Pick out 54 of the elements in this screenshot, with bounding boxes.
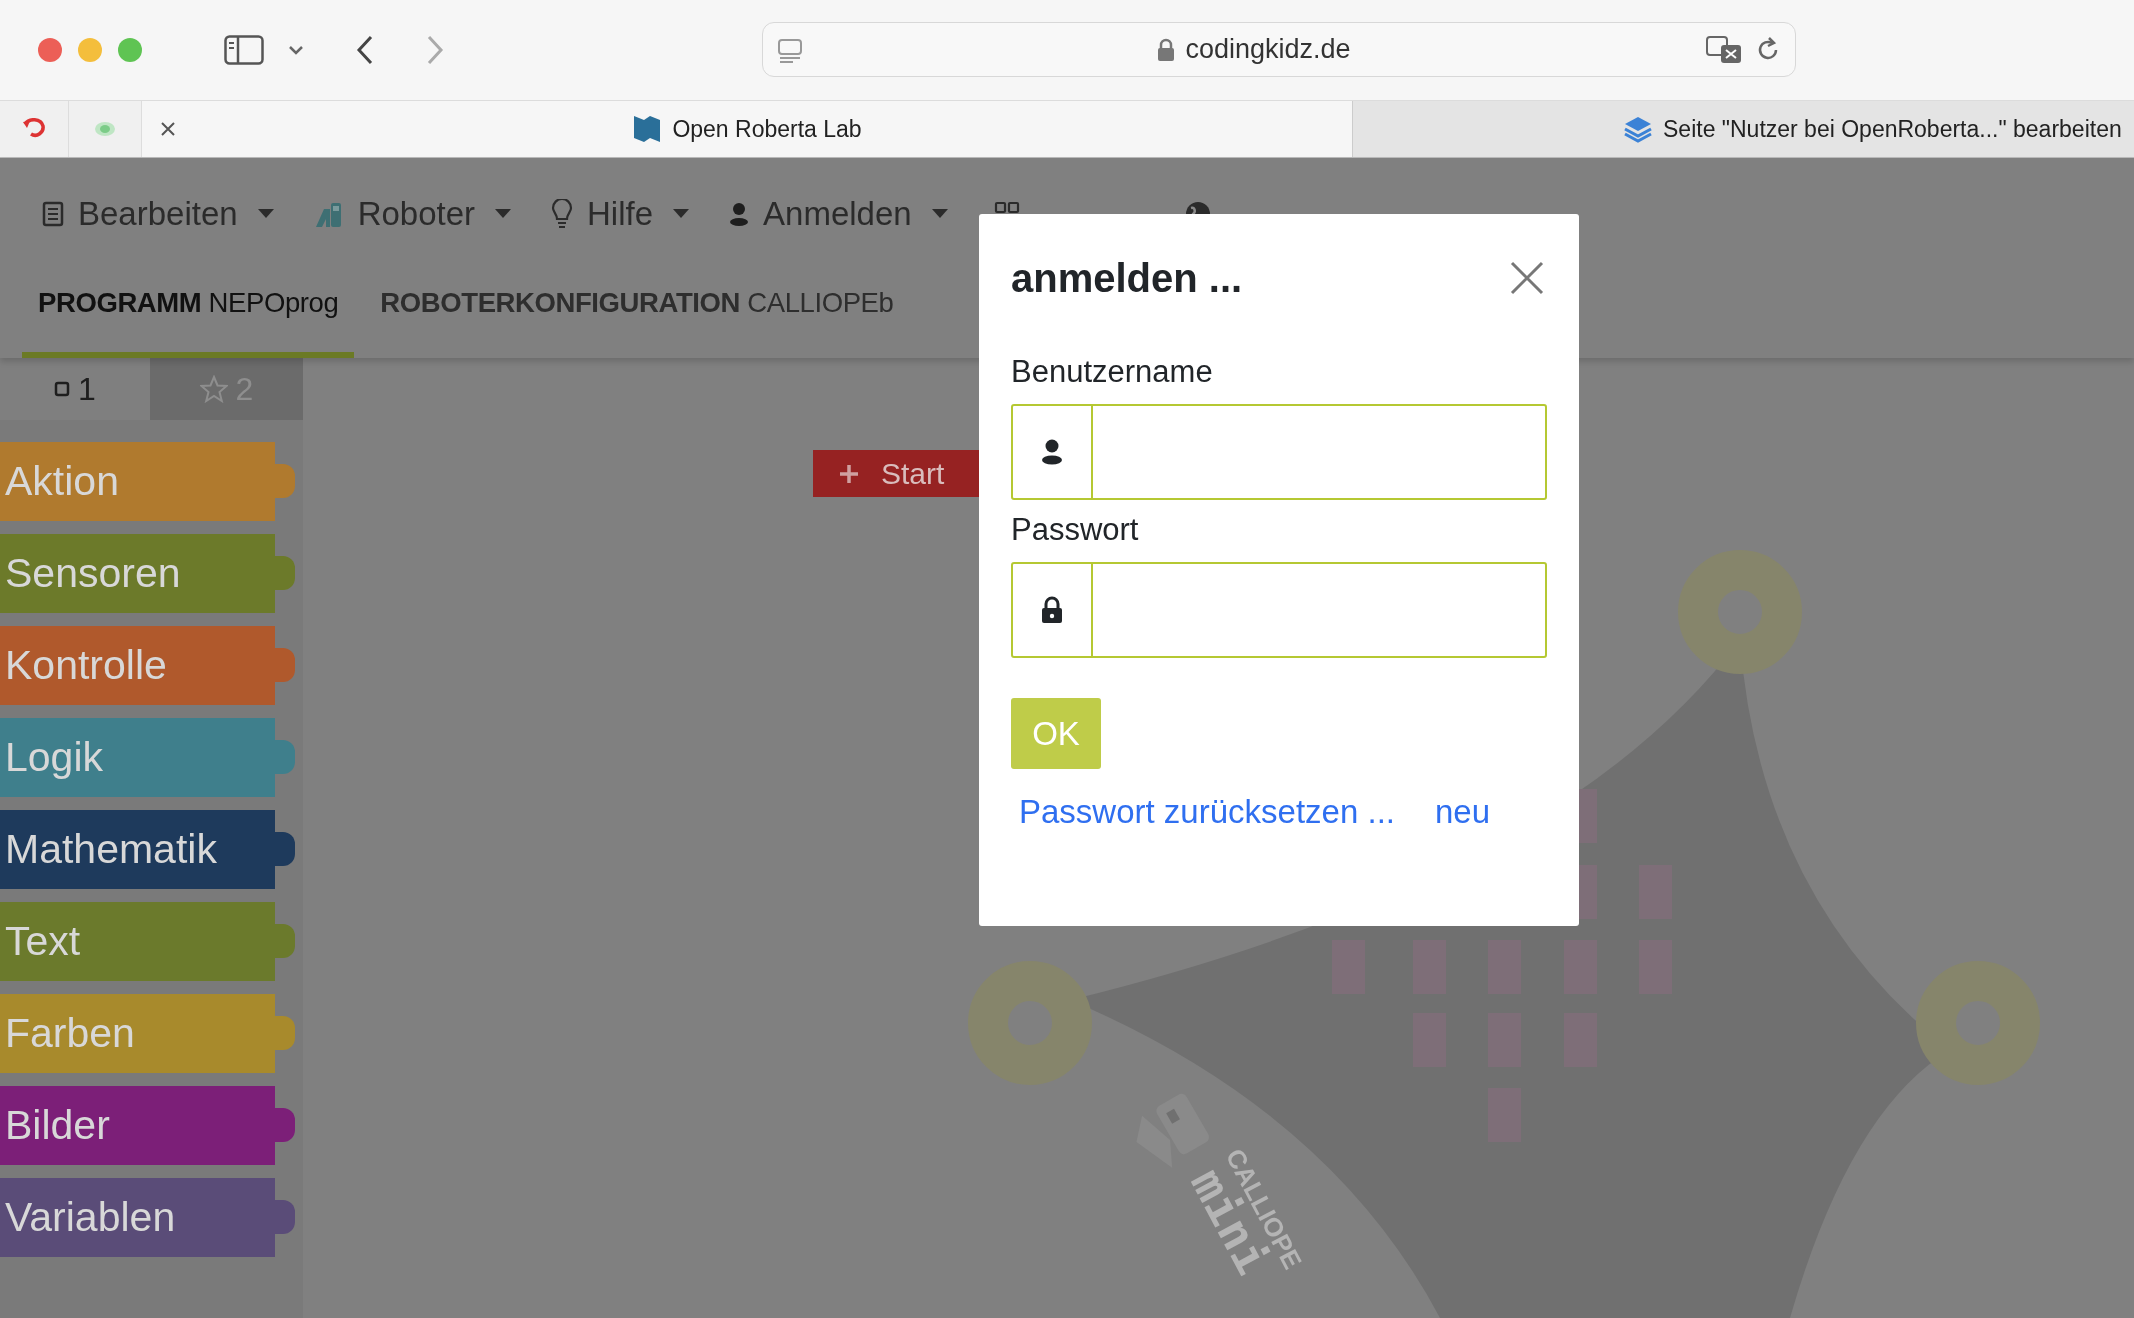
- field-label: Benutzername: [1011, 353, 1214, 391]
- toolbox-category[interactable]: Bilder: [0, 1086, 295, 1165]
- layers-icon: [1623, 115, 1653, 143]
- lock-icon: [1041, 596, 1063, 624]
- toolbox-category[interactable]: Logik: [0, 718, 295, 797]
- swirl-icon: [21, 118, 47, 140]
- toolbox-category[interactable]: Sensoren: [0, 534, 295, 613]
- user-icon: [729, 202, 750, 226]
- caret-icon: [931, 209, 948, 219]
- chevron-down-icon[interactable]: [288, 45, 304, 55]
- url-text: codingkidz.de: [1185, 34, 1351, 65]
- star-icon: [199, 375, 228, 403]
- menu-item[interactable]: Roboter: [313, 195, 512, 233]
- tab-title: Open Roberta Lab: [672, 115, 862, 143]
- toolbox-category[interactable]: Kontrolle: [0, 626, 295, 705]
- figure-logo-icon: [1136, 1091, 1212, 1168]
- menu-item[interactable]: Bearbeiten: [42, 195, 274, 233]
- flag-icon: [632, 114, 663, 144]
- toolbox-category[interactable]: Aktion: [0, 442, 295, 521]
- menu-item[interactable]: Hilfe: [551, 195, 690, 233]
- program-tab[interactable]: ROBOTERKONFIGURATION CALLIOPEb: [364, 270, 910, 358]
- user-icon: [1041, 439, 1063, 465]
- blob-icon: [94, 121, 116, 137]
- lightbulb-icon: [551, 199, 574, 229]
- pinned-tab[interactable]: [0, 101, 69, 157]
- caret-icon: [673, 209, 690, 219]
- tab-title: Seite "Nutzer bei OpenRoberta..." bearbeiten: [1663, 115, 2122, 143]
- page-icon: [777, 36, 803, 63]
- sidebar-icon[interactable]: [224, 35, 264, 65]
- link[interactable]: neu: [1435, 793, 1491, 831]
- input-field[interactable]: [1011, 562, 1547, 658]
- close-window-button[interactable]: [38, 38, 62, 62]
- close-button[interactable]: [1509, 260, 1545, 296]
- caret-icon: [257, 209, 274, 219]
- menu-item[interactable]: Anmelden: [729, 195, 948, 233]
- toolbox-category[interactable]: Variablen: [0, 1178, 295, 1257]
- link[interactable]: Passwort zurücksetzen ...: [1019, 793, 1395, 831]
- caret-icon: [495, 209, 512, 219]
- square-icon: [54, 381, 71, 397]
- back-icon[interactable]: [356, 35, 374, 65]
- input-field[interactable]: [1011, 404, 1547, 500]
- forward-icon[interactable]: [426, 35, 444, 65]
- close-icon[interactable]: [160, 121, 176, 137]
- toolbox-category[interactable]: Farben: [0, 994, 295, 1073]
- toolbox-tab[interactable]: 1: [0, 358, 150, 420]
- address-bar[interactable]: codingkidz.de: [762, 22, 1796, 77]
- toolbox-category[interactable]: Text: [0, 902, 295, 981]
- toolbox-category[interactable]: Mathematik: [0, 810, 295, 889]
- plus-icon: [839, 463, 859, 484]
- document-icon: [42, 201, 64, 227]
- lock-icon: [1157, 37, 1176, 62]
- browser-tab[interactable]: Seite "Nutzer bei OpenRoberta..." bearbeiten: [1352, 101, 2134, 157]
- dialog-title: anmelden ...: [1011, 255, 1243, 301]
- field-label: Passwort: [1011, 511, 1140, 549]
